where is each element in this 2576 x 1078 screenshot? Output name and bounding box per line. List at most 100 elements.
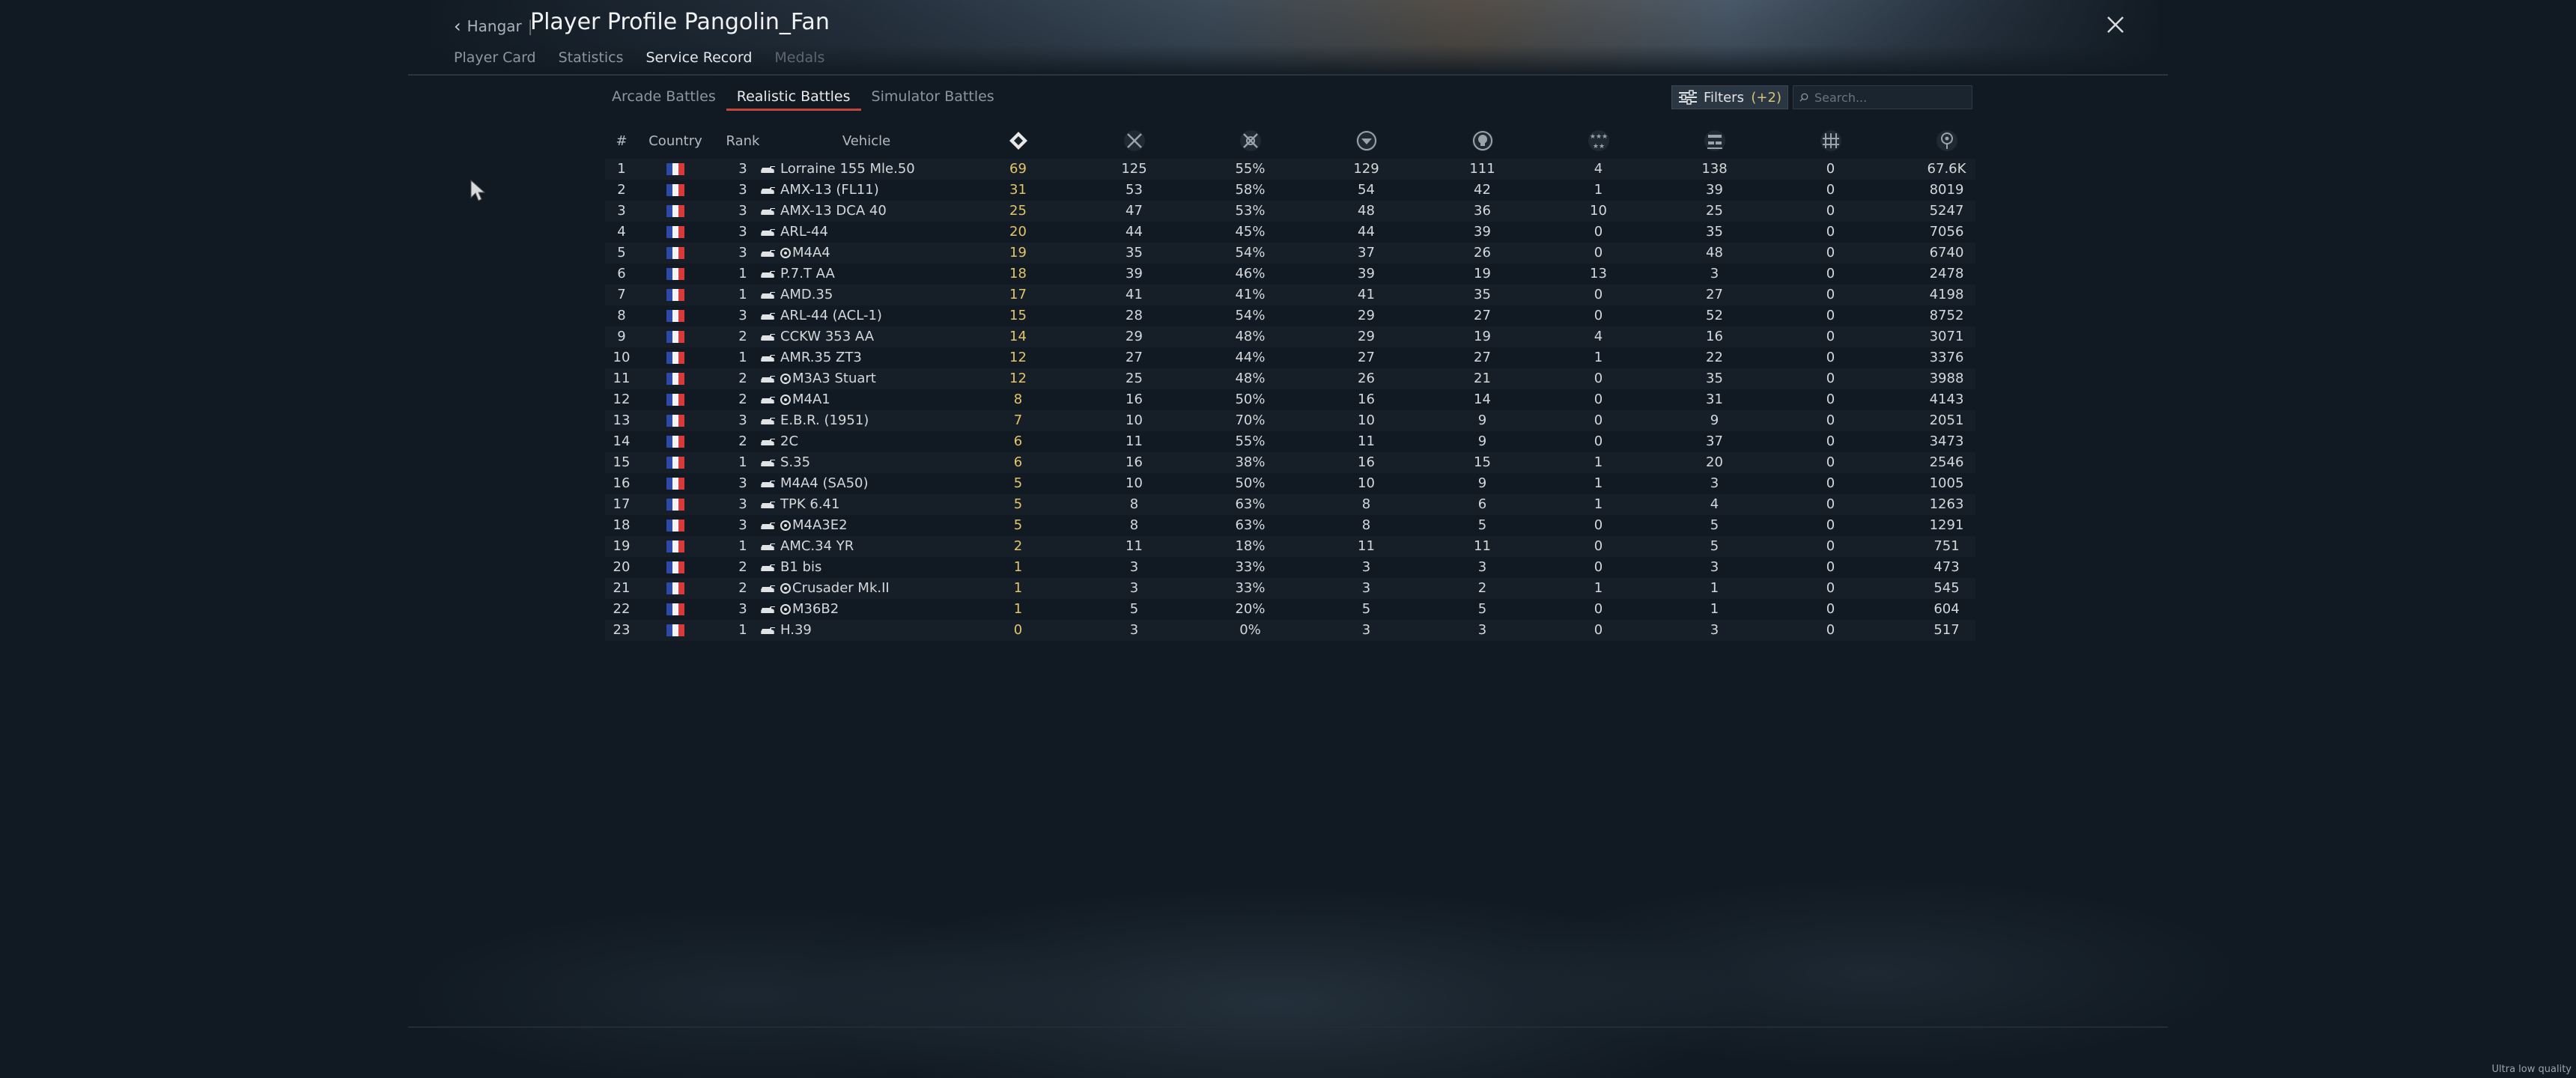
deaths-cell: 9 — [1477, 475, 1487, 491]
victories-cell: 16 — [1126, 392, 1143, 407]
row-number: 23 — [613, 622, 631, 638]
table-row[interactable]: 14 2 2C 6 11 55% 11 9 0 37 0 3473 — [605, 431, 1975, 452]
header-victories[interactable] — [1076, 123, 1192, 159]
victories-cell: 35 — [1126, 245, 1143, 261]
table-row[interactable]: 16 3 M4A4 (SA50) 5 10 50% 10 9 1 3 0 1005 — [605, 473, 1975, 494]
country-cell — [638, 264, 713, 284]
table-row[interactable]: 21 2 Crusader Mk.II 1 3 33% 3 2 1 1 0 545 — [605, 578, 1975, 599]
respawns-cell: 16 — [1358, 392, 1375, 407]
header-air-kills[interactable]: ★★★ ★★ — [1540, 123, 1656, 159]
win-rate-cell: 33% — [1235, 580, 1266, 596]
table-row[interactable]: 5 3 M4A4 19 35 54% 37 26 0 48 0 6740 — [605, 243, 1975, 264]
win-rate-cell: 46% — [1235, 266, 1266, 281]
table-row[interactable]: 19 1 AMC.34 YR 2 11 18% 11 11 0 5 0 751 — [605, 536, 1975, 557]
win-rate-cell: 20% — [1235, 601, 1266, 617]
table-row[interactable]: 9 2 CCKW 353 AA 14 29 48% 29 19 4 16 0 3071 — [605, 326, 1975, 347]
table-row[interactable]: 10 1 AMR.35 ZT3 12 27 44% 27 27 1 22 0 3376 — [605, 347, 1975, 368]
air-kills-cell: 4 — [1594, 329, 1603, 344]
air-kills-cell: 0 — [1594, 412, 1603, 428]
victories-cell: 8 — [1129, 496, 1139, 512]
table-row[interactable]: 2 3 AMX-13 (FL11) 31 53 58% 54 42 1 39 0 8019 — [605, 180, 1975, 201]
table-row[interactable]: 18 3 M4A3E2 5 8 63% 8 5 0 5 0 1291 — [605, 515, 1975, 536]
table-row[interactable]: 1 3 Lorraine 155 Mle.50 69 125 55% 129 111 4 138 0… — [605, 159, 1975, 180]
activity-cell: 2546 — [1929, 454, 1964, 470]
header-activity[interactable] — [1889, 123, 2005, 159]
table-row[interactable]: 4 3 ARL-44 20 44 45% 44 39 0 35 0 7056 — [605, 222, 1975, 243]
tank-icon — [761, 229, 775, 236]
country-cell — [638, 389, 713, 410]
header-vehicle[interactable]: Vehicle — [773, 123, 960, 159]
table-row[interactable]: 17 3 TPK 6.41 5 8 63% 8 6 1 4 0 1263 — [605, 494, 1975, 515]
table-row[interactable]: 20 2 B1 bis 1 3 33% 3 3 0 3 0 473 — [605, 557, 1975, 578]
tank-icon — [761, 397, 775, 404]
table-row[interactable]: 11 2 M3A3 Stuart 12 25 48% 26 21 0 35 0 3988 — [605, 368, 1975, 389]
vehicle-cell: M4A4 (SA50) — [759, 473, 960, 494]
victories-cell: 3 — [1129, 580, 1139, 596]
tab-medals[interactable]: Medals — [763, 46, 836, 69]
footer-divider — [408, 1026, 2168, 1028]
vehicle-cell: Crusader Mk.II — [759, 578, 960, 599]
table-row[interactable]: 8 3 ARL-44 (ACL-1) 15 28 54% 29 27 0 52 0 8752 — [605, 305, 1975, 326]
header-respawns[interactable] — [1308, 123, 1424, 159]
row-number: 11 — [613, 371, 631, 386]
table-row[interactable]: 15 1 S.35 6 16 38% 16 15 1 20 0 2546 — [605, 452, 1975, 473]
back-to-hangar-button[interactable]: ‹ Hangar | — [454, 13, 533, 39]
header-naval-kills[interactable] — [1772, 123, 1889, 159]
table-row[interactable]: 13 3 E.B.R. (1951) 7 10 70% 10 9 0 9 0 2051 — [605, 410, 1975, 431]
premium-vehicle-icon — [780, 395, 791, 405]
row-number: 7 — [617, 287, 626, 302]
air-kills-cell: 1 — [1594, 182, 1603, 198]
battles-cell: 25 — [1009, 203, 1027, 219]
win-rate-cell: 55% — [1235, 433, 1266, 449]
respawns-cell: 27 — [1358, 350, 1375, 365]
tab-arcade-battles[interactable]: Arcade Battles — [610, 84, 726, 109]
respawns-icon — [1355, 130, 1377, 151]
france-flag-icon — [666, 436, 684, 448]
naval-kills-cell: 0 — [1826, 266, 1835, 281]
ground-kills-cell: 9 — [1710, 412, 1719, 428]
table-row[interactable]: 7 1 AMD.35 17 41 41% 41 35 0 27 0 4198 — [605, 284, 1975, 305]
header-win-rate[interactable] — [1192, 123, 1308, 159]
tab-simulator-battles[interactable]: Simulator Battles — [861, 84, 1005, 109]
ground-kills-icon — [1704, 130, 1725, 151]
ground-kills-cell: 4 — [1710, 496, 1719, 512]
naval-kills-cell: 0 — [1826, 454, 1835, 470]
tab-service-record[interactable]: Service Record — [634, 46, 763, 69]
tab-player-card[interactable]: Player Card — [454, 46, 547, 69]
tab-statistics[interactable]: Statistics — [547, 46, 635, 69]
deaths-cell: 3 — [1477, 622, 1487, 638]
search-input[interactable] — [1813, 89, 1966, 106]
table-row[interactable]: 12 2 M4A1 8 16 50% 16 14 0 31 0 4143 — [605, 389, 1975, 410]
table-row[interactable]: 22 3 M36B2 1 5 20% 5 5 0 1 0 604 — [605, 599, 1975, 620]
header-ground-kills[interactable] — [1656, 123, 1772, 159]
france-flag-icon — [666, 478, 684, 490]
ground-kills-cell: 5 — [1710, 517, 1719, 533]
victories-cell: 29 — [1126, 329, 1143, 344]
close-button[interactable] — [2104, 13, 2127, 36]
table-row[interactable]: 23 1 H.39 0 3 0% 3 3 0 3 0 517 — [605, 620, 1975, 641]
table-row[interactable]: 6 1 P.7.T AA 18 39 46% 39 19 13 3 0 2478 — [605, 264, 1975, 284]
tank-icon — [761, 502, 775, 508]
victories-cell: 41 — [1126, 287, 1143, 302]
win-rate-cell: 70% — [1235, 412, 1266, 428]
respawns-cell: 11 — [1358, 538, 1375, 554]
header-country[interactable]: Country — [638, 123, 713, 159]
header-number[interactable]: # — [605, 123, 638, 159]
vehicle-cell: M4A3E2 — [759, 515, 960, 536]
ground-kills-cell: 52 — [1706, 308, 1723, 323]
row-number: 16 — [613, 475, 631, 491]
france-flag-icon — [666, 624, 684, 636]
ground-kills-cell: 20 — [1706, 454, 1723, 470]
win-rate-cell: 41% — [1235, 287, 1266, 302]
table-row[interactable]: 3 3 AMX-13 DCA 40 25 47 53% 48 36 10 25 0 5247 — [605, 201, 1975, 222]
battles-cell: 12 — [1009, 371, 1027, 386]
filters-button[interactable]: Filters (+2) — [1671, 85, 1788, 109]
header-deaths[interactable] — [1424, 123, 1540, 159]
vehicle-cell: Lorraine 155 Mle.50 — [759, 159, 960, 180]
header-rank[interactable]: Rank — [713, 123, 773, 159]
premium-vehicle-icon — [780, 374, 791, 384]
tab-realistic-battles[interactable]: Realistic Battles — [726, 84, 861, 111]
header-battles[interactable] — [960, 123, 1076, 159]
ground-kills-cell: 1 — [1710, 580, 1719, 596]
vehicle-cell: M4A1 — [759, 389, 960, 410]
